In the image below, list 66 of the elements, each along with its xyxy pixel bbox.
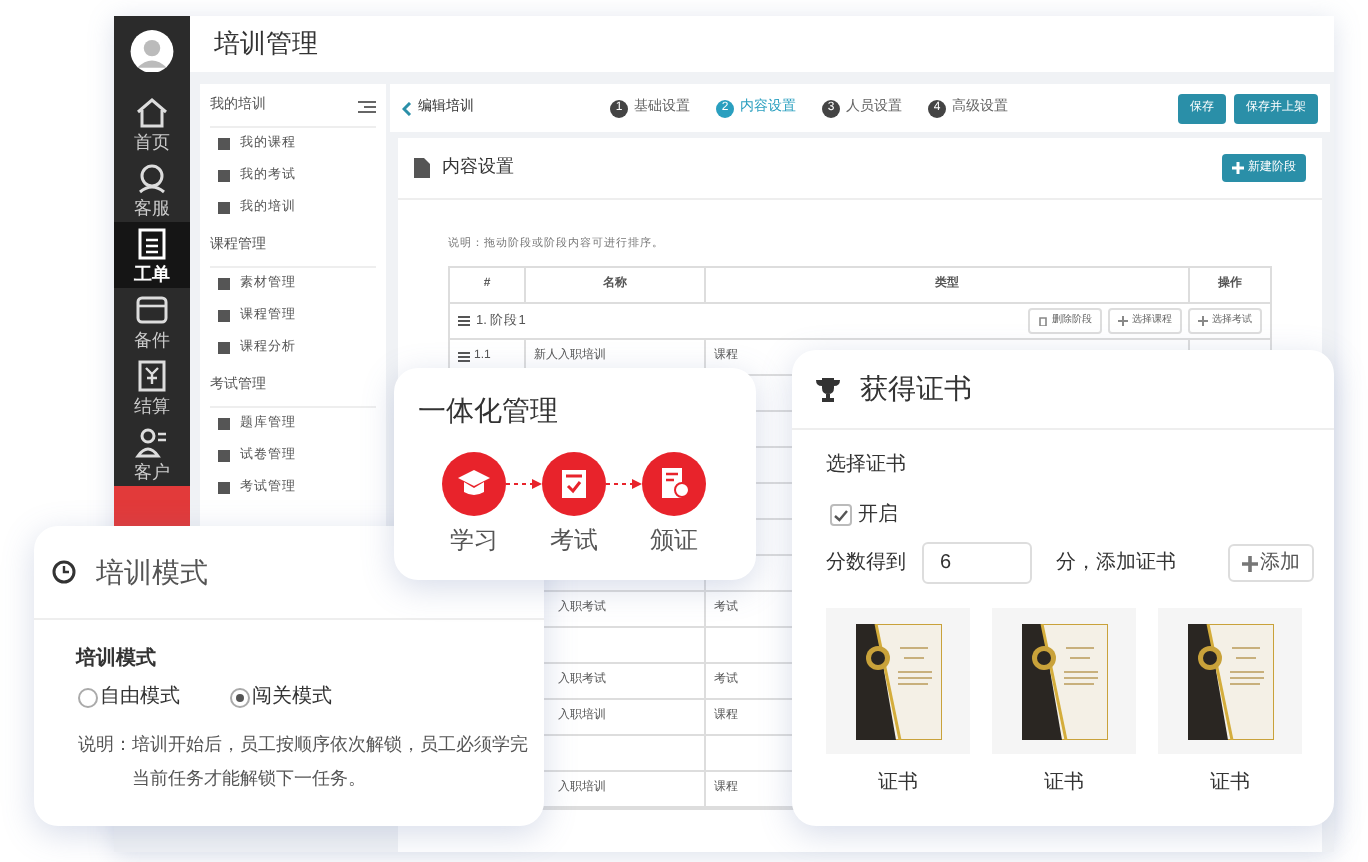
checkbox-label: 开启 <box>858 501 898 530</box>
step-label: 颁证 <box>650 524 698 558</box>
score-input[interactable]: 6 <box>922 542 1032 584</box>
square-icon <box>216 340 232 356</box>
home-icon <box>134 93 170 130</box>
invoice-icon <box>134 357 170 394</box>
nav-item[interactable]: 客户 <box>114 420 190 487</box>
certificate-icon <box>642 452 706 516</box>
square-icon <box>216 168 232 184</box>
certificate-label: 证书 <box>1044 769 1084 798</box>
dashed-arrow-icon <box>506 478 542 490</box>
square-icon <box>216 480 232 496</box>
note-text: 培训开始后，员工按顺序依次解锁，员工必须学完当前任务才能解锁下一任务。 <box>132 732 528 792</box>
radio-button[interactable] <box>78 687 98 707</box>
checkbox[interactable] <box>830 504 852 526</box>
plus-icon <box>1118 316 1128 327</box>
trophy-icon <box>816 377 840 401</box>
panel-title: 内容设置 <box>442 154 516 181</box>
certificate-label: 证书 <box>878 769 918 798</box>
radio-button[interactable] <box>230 687 250 707</box>
square-icon <box>216 200 232 216</box>
square-icon <box>216 448 232 464</box>
user-list-icon <box>134 423 170 460</box>
drag-handle-icon <box>458 352 470 363</box>
card-title: 培训模式 <box>96 553 208 591</box>
add-button[interactable]: 添加 <box>1228 544 1314 582</box>
radio-option[interactable]: 自由模式 <box>78 682 180 712</box>
page-title: 培训管理 <box>214 26 318 63</box>
radio-option[interactable]: 闯关模式 <box>230 682 332 712</box>
check-icon <box>834 509 848 521</box>
menu-icon <box>358 100 376 114</box>
certificate-label: 证书 <box>1210 769 1250 798</box>
nav-item[interactable]: 备件 <box>114 288 190 355</box>
square-icon <box>216 416 232 432</box>
square-icon <box>216 276 232 292</box>
square-icon <box>216 136 232 152</box>
drag-handle-icon <box>458 316 470 327</box>
note-label: 说明： <box>78 732 132 758</box>
document-icon <box>414 158 430 178</box>
clipboard-icon <box>134 225 170 262</box>
dashed-arrow-icon <box>606 478 642 490</box>
avatar-icon <box>126 30 178 73</box>
field-label: 培训模式 <box>76 644 158 674</box>
nav-item[interactable]: 客服 <box>114 156 190 223</box>
nav-item[interactable]: 工单 <box>114 222 190 289</box>
card-title: 一体化管理 <box>418 392 560 430</box>
plus-icon <box>1198 316 1208 327</box>
clock-icon <box>52 560 76 584</box>
nav-item[interactable]: 结算 <box>114 354 190 421</box>
field-label: 分数得到 <box>826 550 906 578</box>
step-label: 学习 <box>450 524 498 558</box>
step-label: 考试 <box>550 524 598 558</box>
plus-icon <box>1242 555 1258 571</box>
certificate-drawing <box>1187 623 1273 739</box>
nav-item[interactable]: 首页 <box>114 90 190 157</box>
section-label: 选择证书 <box>826 451 908 480</box>
plus-icon <box>1232 162 1244 174</box>
graduation-cap-icon <box>442 452 506 516</box>
field-suffix: 分，添加证书 <box>1056 549 1176 578</box>
square-icon <box>216 308 232 324</box>
wallet-icon <box>134 291 170 328</box>
certificate-drawing <box>1021 623 1107 739</box>
chevron-left-icon <box>402 101 412 115</box>
certificate-drawing <box>855 623 941 739</box>
card-title: 获得证书 <box>860 370 972 408</box>
checklist-icon <box>542 452 606 516</box>
